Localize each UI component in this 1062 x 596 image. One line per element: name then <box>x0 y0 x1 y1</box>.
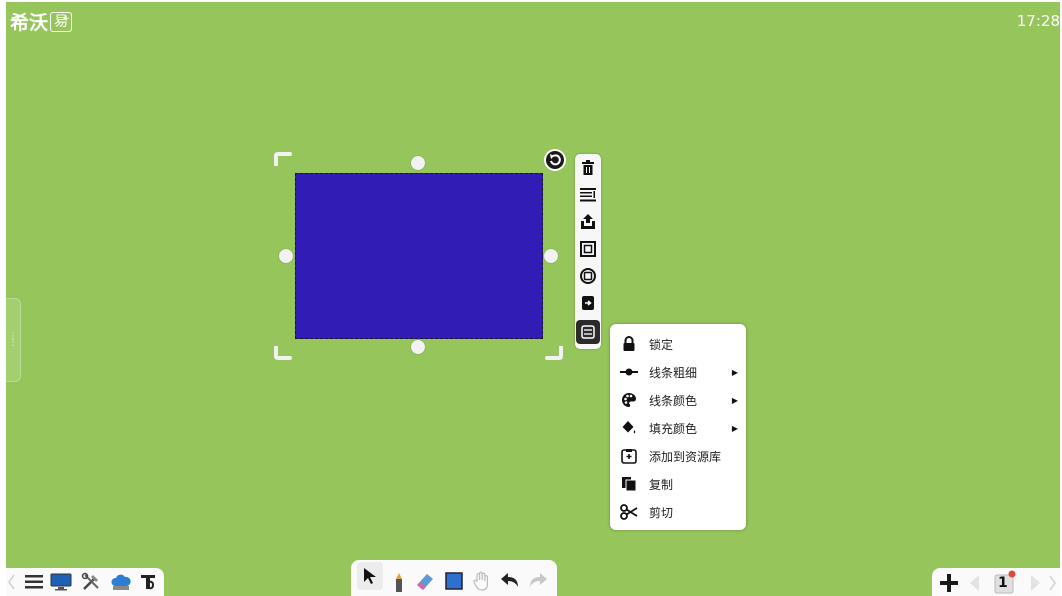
eraser-icon[interactable] <box>413 570 437 592</box>
pen-icon[interactable] <box>389 572 409 594</box>
side-drawer-handle[interactable]: ⋮ ⋮ <box>6 298 21 382</box>
logo-sup: + <box>62 13 71 24</box>
frame-circle-icon[interactable] <box>578 266 598 286</box>
menu-item-copy[interactable]: 复制 <box>610 471 746 497</box>
add-page-icon[interactable] <box>938 572 960 594</box>
selected-rectangle-shape[interactable] <box>295 173 543 339</box>
submenu-arrow-icon: ▶ <box>731 423 738 433</box>
menu-item-label: 线条粗细 <box>649 365 698 380</box>
collapse-left-icon[interactable] <box>8 574 16 590</box>
menu-item-label: 剪切 <box>649 505 674 520</box>
collapse-right-icon[interactable] <box>1046 573 1058 593</box>
corner-handle-top-left[interactable] <box>274 152 292 166</box>
export-icon[interactable] <box>578 293 598 313</box>
logo-text: 希沃 <box>10 12 49 34</box>
page-number: 1 <box>998 575 1008 591</box>
menu-item-label: 线条颜色 <box>649 393 698 408</box>
resize-handle-top[interactable] <box>411 156 425 170</box>
rotate-icon[interactable] <box>544 149 566 171</box>
more-menu-icon[interactable] <box>576 320 600 344</box>
palette-icon <box>619 391 639 409</box>
bottom-center-toolbar <box>351 560 557 596</box>
cloud-icon[interactable] <box>110 572 132 592</box>
logo-box: 易 + <box>50 11 73 32</box>
select-arrow-icon[interactable] <box>357 562 383 590</box>
hand-icon[interactable] <box>471 570 493 592</box>
menu-item-label: 填充颜色 <box>649 421 698 436</box>
menu-item-label: 添加到资源库 <box>649 449 722 464</box>
app-logo: 希沃 易 + <box>10 8 73 35</box>
undo-icon[interactable] <box>499 570 521 592</box>
scissors-icon <box>619 503 639 521</box>
resize-handle-left[interactable] <box>279 249 293 263</box>
text-icon[interactable] <box>138 572 158 592</box>
menu-item-line-width[interactable]: 线条粗细 ▶ <box>610 359 746 385</box>
submenu-arrow-icon: ▶ <box>731 395 738 405</box>
bottom-right-toolbar: 1 <box>932 568 1060 596</box>
redo-icon[interactable] <box>527 570 549 592</box>
tools-icon[interactable] <box>80 572 102 592</box>
menu-item-line-color[interactable]: 线条颜色 ▶ <box>610 387 746 413</box>
menu-item-lock[interactable]: 锁定 <box>610 331 746 357</box>
whiteboard-canvas[interactable]: 希沃 易 + 17:28 ⋮ ⋮ 锁定 线条粗细 ▶ 线条颜色 ▶ 填充颜色 ▶… <box>6 2 1060 596</box>
prev-page-icon[interactable] <box>966 573 982 593</box>
page-thumb-icon[interactable]: 1 <box>988 568 1022 596</box>
copy-icon <box>619 475 639 493</box>
line-width-icon <box>619 363 639 381</box>
resize-handle-bottom[interactable] <box>411 340 425 354</box>
clock: 17:28 <box>1016 12 1060 30</box>
resize-handle-right[interactable] <box>544 249 558 263</box>
trash-icon[interactable] <box>578 158 598 178</box>
corner-handle-bottom-right[interactable] <box>545 346 563 360</box>
grip-icon: ⋮ ⋮ <box>8 331 18 348</box>
menu-icon[interactable] <box>24 573 44 591</box>
menu-item-label: 复制 <box>649 477 674 492</box>
menu-item-add-to-library[interactable]: 添加到资源库 <box>610 443 746 469</box>
shape-icon[interactable] <box>443 570 465 592</box>
desktop-icon[interactable] <box>50 572 72 592</box>
context-menu: 锁定 线条粗细 ▶ 线条颜色 ▶ 填充颜色 ▶ 添加到资源库 复制 剪切 <box>610 324 746 530</box>
menu-item-cut[interactable]: 剪切 <box>610 499 746 525</box>
fill-bucket-icon <box>619 419 639 437</box>
menu-item-fill-color[interactable]: 填充颜色 ▶ <box>610 415 746 441</box>
bring-front-icon[interactable] <box>578 212 598 232</box>
submenu-arrow-icon: ▶ <box>731 367 738 377</box>
next-page-icon[interactable] <box>1028 573 1044 593</box>
lock-icon <box>619 335 639 353</box>
library-add-icon <box>619 447 639 465</box>
corner-handle-bottom-left[interactable] <box>274 346 292 360</box>
menu-item-label: 锁定 <box>649 337 674 352</box>
selection-toolbar <box>575 154 601 349</box>
frame-square-icon[interactable] <box>578 239 598 259</box>
align-icon[interactable] <box>578 185 598 205</box>
bottom-left-toolbar <box>6 568 164 596</box>
